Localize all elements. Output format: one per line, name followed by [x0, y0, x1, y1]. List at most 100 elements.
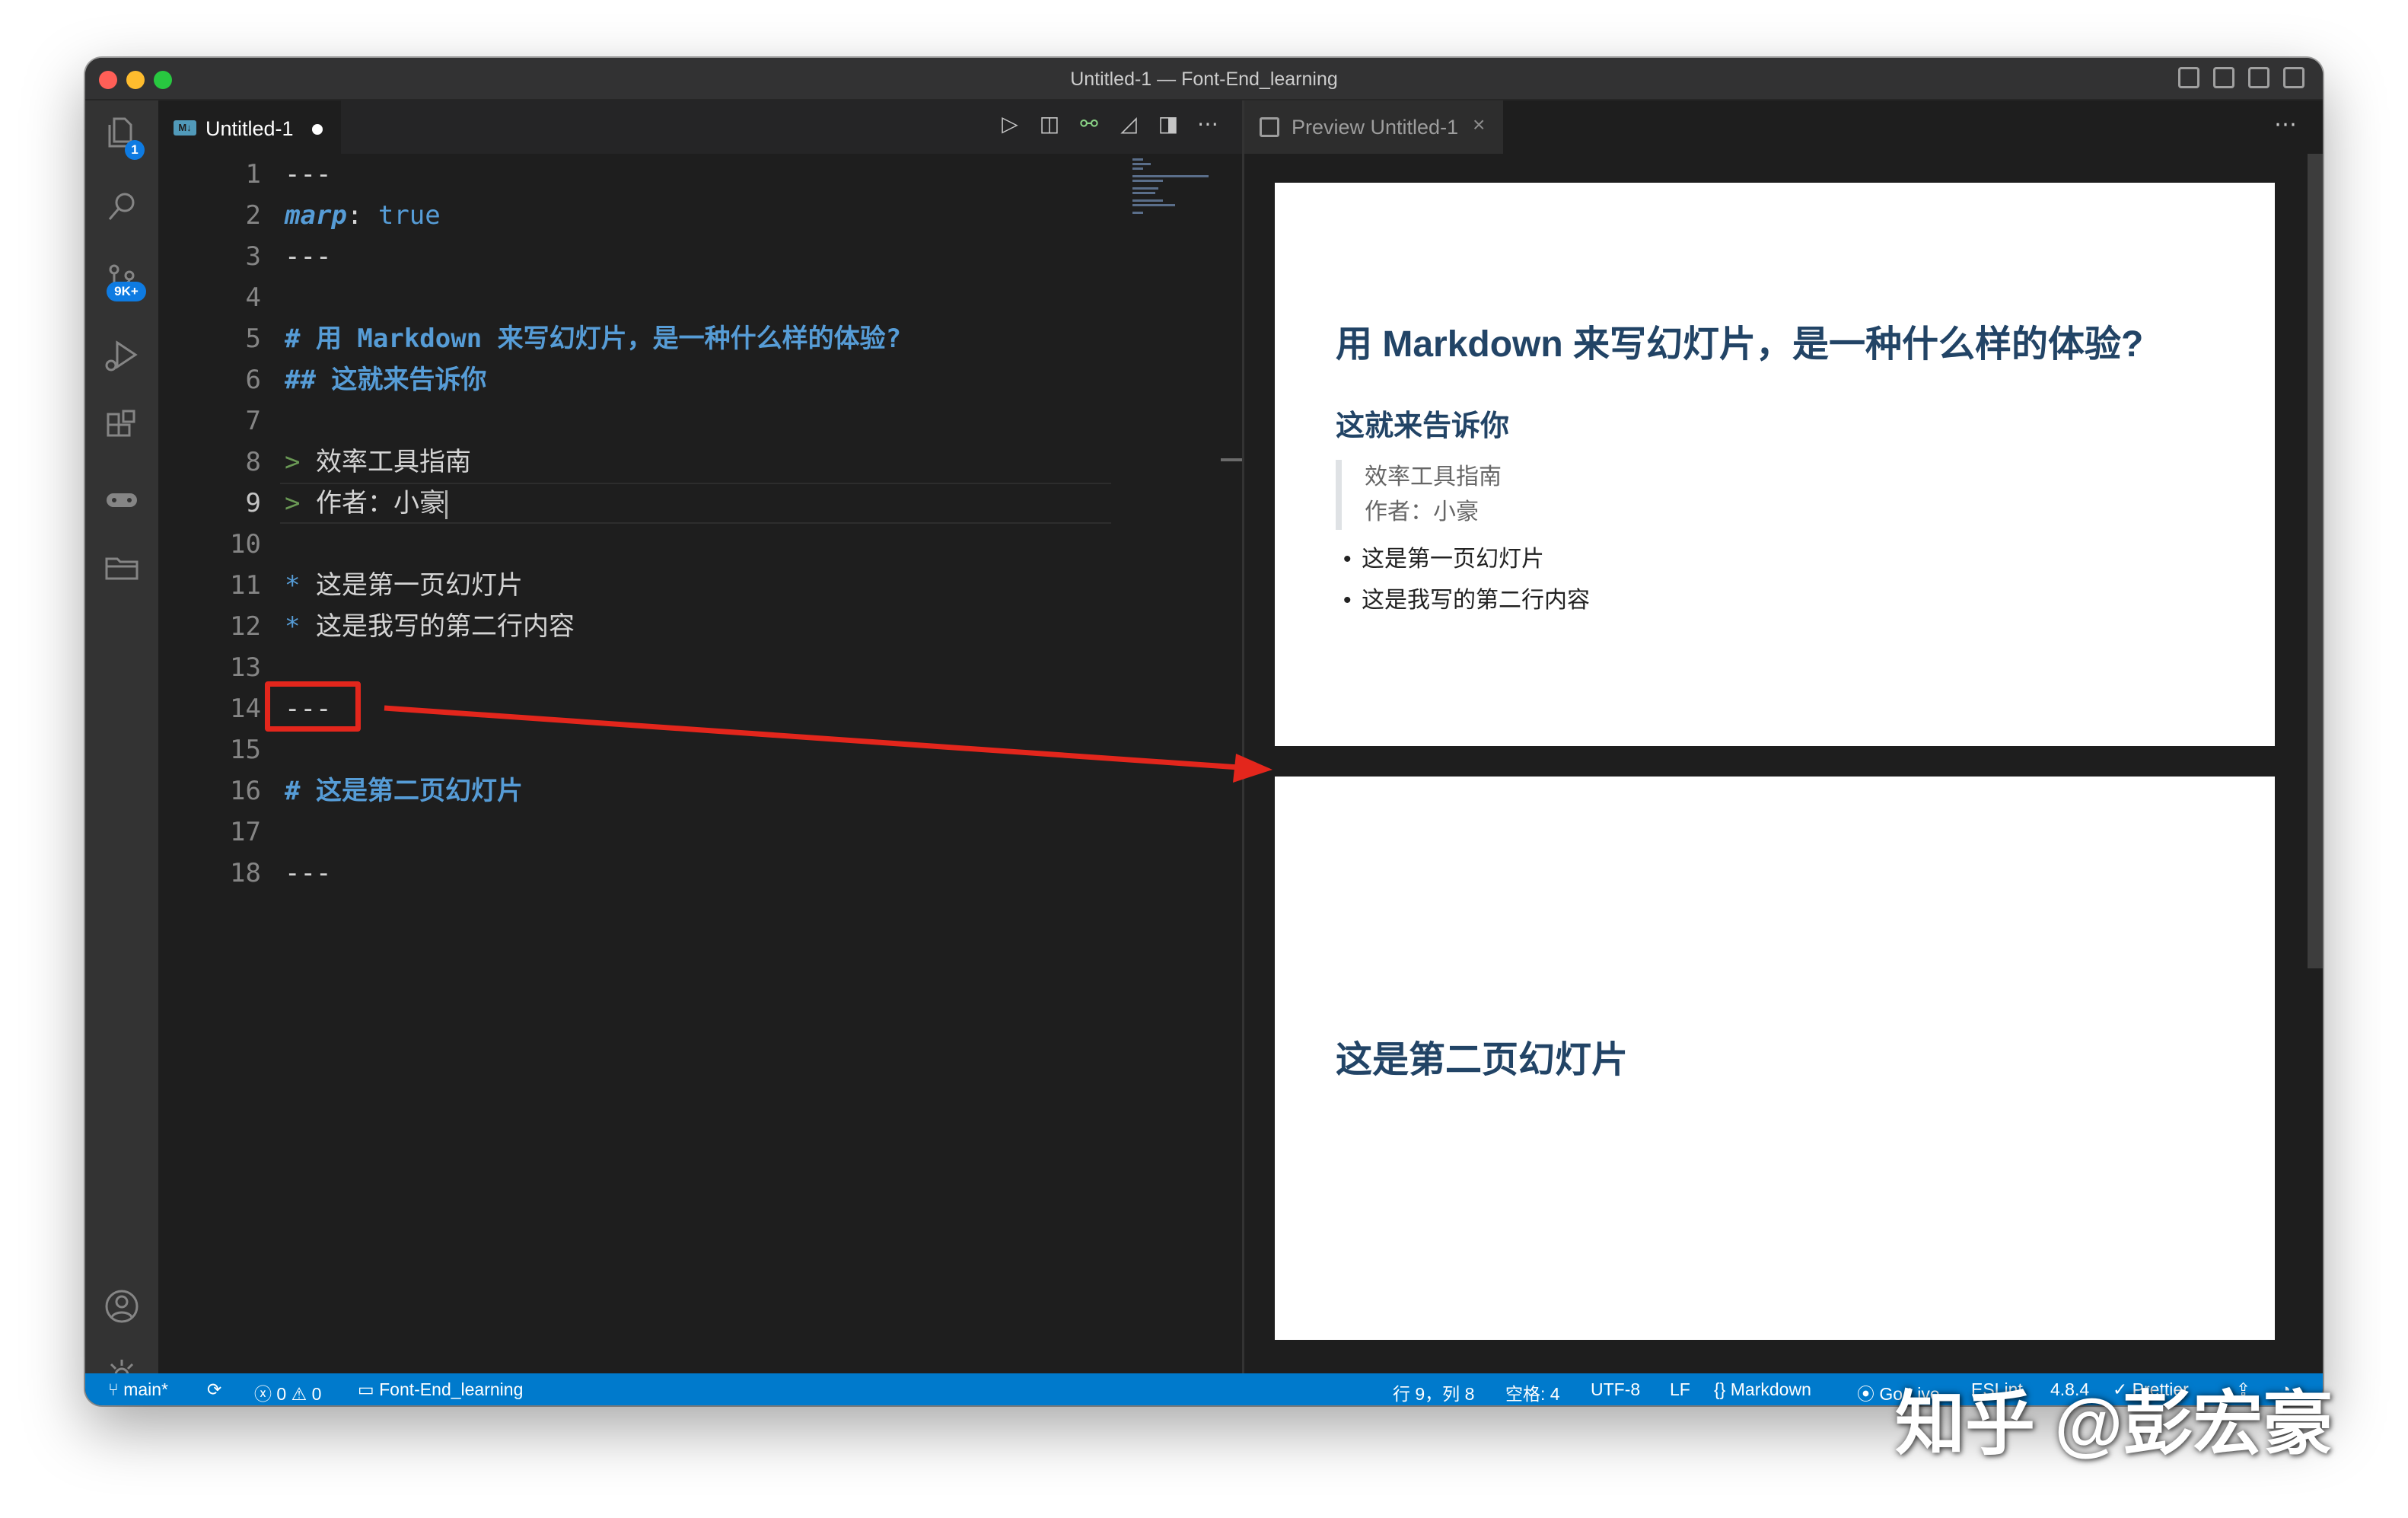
overview-ruler-marker	[1221, 458, 1242, 461]
code-line: 1 ---	[158, 154, 1242, 195]
slide-1-list: 这是第一页幻灯片 这是我写的第二行内容	[1343, 539, 1590, 621]
code-editor[interactable]: 1 --- 2 marp: true 3 --- 4 5 # 用 Markdow…	[158, 154, 1242, 1373]
line-text-quote: > 效率工具指南	[285, 447, 471, 477]
indentation-status[interactable]: 空格: 4	[1505, 1379, 1560, 1405]
branch-status[interactable]: ⑂ main*	[108, 1379, 168, 1400]
preview-tab-label: Preview Untitled-1	[1292, 116, 1459, 139]
toggle-secondary-sidebar-icon[interactable]	[2248, 67, 2269, 88]
code-line: 17	[158, 812, 1242, 853]
line-text: ---	[285, 858, 332, 888]
editor-group: M↓ Untitled-1 ▷ ◫ ⚯ ◿ ◨ ⋯ 1 --- 2 marp: …	[158, 100, 1242, 1373]
layout-controls	[2178, 67, 2304, 88]
line-text-marp: marp: true	[285, 200, 441, 231]
slide-2-title: 这是第二页幻灯片	[1336, 1040, 1629, 1080]
source-control-badge: 9K+	[107, 282, 146, 301]
slide-2: 这是第二页幻灯片	[1275, 777, 2275, 1340]
sync-icon[interactable]: ⟳	[207, 1379, 221, 1400]
title-bar: Untitled-1 — Font-End_learning	[85, 58, 2323, 100]
code-line: 18 ---	[158, 853, 1242, 894]
code-line: 16 # 这是第二页幻灯片	[158, 770, 1242, 812]
slide-1-title: 用 Markdown 来写幻灯片，是一种什么样的体验?	[1336, 324, 2144, 365]
editor-actions: ▷ ◫ ⚯ ◿ ◨ ⋯	[999, 113, 1219, 136]
git-lens-icon[interactable]: ⚯	[1078, 113, 1100, 136]
code-line: 11 * 这是第一页幻灯片	[158, 565, 1242, 606]
language-mode-status[interactable]: {} Markdown	[1714, 1379, 1811, 1400]
code-line: 6 ## 这就来告诉你	[158, 359, 1242, 400]
extensions-icon[interactable]	[104, 408, 140, 445]
line-number: 6	[245, 365, 261, 395]
split-editor-icon[interactable]: ◨	[1157, 113, 1180, 136]
code-line: 10	[158, 524, 1242, 565]
slide-1: 用 Markdown 来写幻灯片，是一种什么样的体验? 这就来告诉你 效率工具指…	[1275, 183, 2275, 746]
code-line: 2 marp: true	[158, 195, 1242, 236]
annotation-highlight-box	[265, 681, 361, 732]
minimap[interactable]	[1132, 157, 1224, 218]
remote-explorer-icon[interactable]	[104, 481, 140, 518]
close-icon[interactable]: ×	[1473, 113, 1485, 137]
line-text-list: * 这是第一页幻灯片	[285, 570, 523, 601]
quote-line: 作者：小豪	[1365, 499, 1479, 525]
code-line: 3 ---	[158, 236, 1242, 277]
run-icon[interactable]: ▷	[999, 113, 1021, 136]
line-text-heading: ## 这就来告诉你	[285, 365, 487, 395]
preview-scrollbar[interactable]	[2308, 154, 2323, 968]
encoding-status[interactable]: UTF-8	[1591, 1379, 1640, 1400]
line-text-list: * 这是我写的第二行内容	[285, 611, 575, 642]
text-cursor	[444, 490, 448, 519]
more-actions-icon[interactable]: ⋯	[1196, 113, 1219, 136]
line-number: 13	[230, 652, 261, 683]
line-text-heading: # 这是第二页幻灯片	[285, 776, 523, 806]
code-line: 5 # 用 Markdown 来写幻灯片，是一种什么样的体验?	[158, 318, 1242, 359]
vscode-window: Untitled-1 — Font-End_learning 1 9K+ M↓ …	[85, 58, 2323, 1405]
markdown-file-icon: M↓	[174, 120, 196, 136]
list-item: 这是第一页幻灯片	[1343, 539, 1590, 580]
line-number: 3	[245, 241, 261, 272]
customize-layout-icon[interactable]	[2283, 67, 2304, 88]
explorer-badge: 1	[125, 140, 145, 160]
search-icon[interactable]	[104, 189, 140, 225]
line-number: 18	[230, 858, 261, 888]
list-item: 这是我写的第二行内容	[1343, 580, 1590, 621]
line-number: 16	[230, 776, 261, 806]
code-line: 8 > 效率工具指南	[158, 442, 1242, 483]
tab-untitled-1[interactable]: M↓ Untitled-1	[158, 100, 341, 154]
line-number: 5	[245, 324, 261, 354]
marp-command-icon[interactable]: ◿	[1117, 113, 1140, 136]
eol-status[interactable]: LF	[1670, 1379, 1690, 1400]
window-title: Untitled-1 — Font-End_learning	[1070, 69, 1338, 90]
toggle-primary-sidebar-icon[interactable]	[2178, 67, 2199, 88]
preview-icon	[1260, 117, 1279, 137]
tab-label: Untitled-1	[205, 117, 294, 140]
folder-icon[interactable]	[104, 550, 140, 586]
cursor-position-status[interactable]: 行 9，列 8	[1393, 1379, 1474, 1405]
code-line: 4	[158, 277, 1242, 318]
line-number: 12	[230, 611, 261, 642]
quote-line: 效率工具指南	[1365, 464, 1502, 490]
tab-preview-untitled-1[interactable]: Preview Untitled-1 ×	[1244, 100, 1503, 154]
open-preview-to-side-icon[interactable]: ◫	[1038, 113, 1061, 136]
more-actions-icon[interactable]: ⋯	[2274, 111, 2297, 138]
slide-1-subtitle: 这就来告诉你	[1336, 410, 1510, 442]
code-line: 12 * 这是我写的第二行内容	[158, 606, 1242, 647]
preview-group: Preview Untitled-1 × ⋯ 用 Markdown 来写幻灯片，…	[1244, 100, 2323, 1373]
slide-1-blockquote: 效率工具指南 作者：小豪	[1336, 460, 1502, 530]
line-number: 4	[245, 282, 261, 313]
toggle-panel-icon[interactable]	[2213, 67, 2234, 88]
line-number: 7	[245, 406, 261, 436]
accounts-icon[interactable]	[104, 1288, 140, 1325]
editor-tabs: M↓ Untitled-1 ▷ ◫ ⚯ ◿ ◨ ⋯	[158, 100, 1242, 154]
code-line: 7	[158, 400, 1242, 442]
line-number: 2	[245, 200, 261, 231]
workspace-folder-status[interactable]: ▭ Font-End_learning	[358, 1379, 523, 1400]
code-line: 9 > 作者：小豪	[158, 483, 1242, 524]
line-text-heading: # 用 Markdown 来写幻灯片，是一种什么样的体验?	[285, 324, 902, 354]
line-text: ---	[285, 241, 332, 272]
line-number: 1	[245, 159, 261, 190]
line-text-quote: > 作者：小豪	[285, 483, 448, 524]
line-text: ---	[285, 159, 332, 190]
run-debug-icon[interactable]	[104, 336, 140, 373]
line-number: 11	[230, 570, 261, 601]
problems-status[interactable]: ⓧ 0 ⚠ 0	[254, 1379, 321, 1405]
unsaved-dot-icon[interactable]	[312, 124, 323, 135]
code-line: 15	[158, 729, 1242, 770]
